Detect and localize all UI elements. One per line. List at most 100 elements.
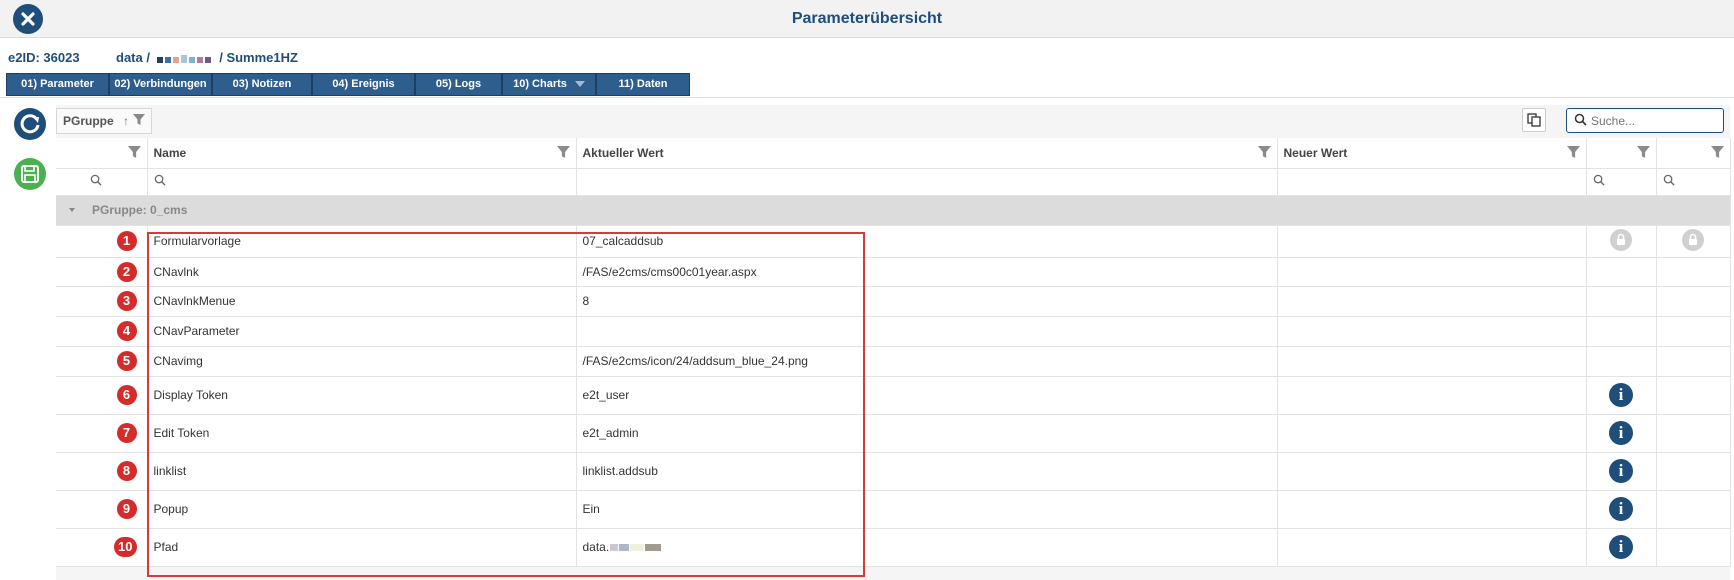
filter-icon[interactable] [133,114,146,126]
table-row[interactable]: 3 CNavlnkMenue 8 [56,286,1731,317]
tab-notizen[interactable]: 03) Notizen [212,73,312,96]
table-row[interactable]: 9 Popup Ein i [56,490,1731,529]
breadcrumb-prefix: data / [116,50,150,65]
col-header-number [56,138,148,169]
col-header-new-value[interactable]: Neuer Wert [1277,138,1587,169]
table-row[interactable]: 4 CNavParameter [56,316,1731,347]
group-row-cell[interactable]: PGruppe: 0_cms [56,195,1731,226]
tab-verbindungen[interactable]: 02) Verbindungen [109,73,212,96]
action-cell-a: i [1586,528,1657,567]
name-cell: CNavlnkMenue [147,286,577,317]
group-by-chip[interactable]: PGruppe ↑ [56,108,153,134]
tab-label: 05) Logs [435,78,482,90]
current-value-cell: data. [576,528,1278,567]
info-icon[interactable]: i [1609,497,1633,521]
row-number-cell: 7 [56,414,148,453]
row-number-cell: 5 [56,346,148,377]
current-value-cell: 07_calcaddsub [576,225,1278,258]
info-icon[interactable]: i [1609,459,1633,483]
table-row[interactable]: 8 linklist linklist.addsub i [56,452,1731,491]
table-row[interactable]: 10 Pfad data. i [56,528,1731,567]
group-row[interactable]: PGruppe: 0_cms [56,195,1731,226]
filter-cell-action-b[interactable] [1656,168,1731,196]
table-row[interactable]: 1 Formularvorlage 07_calcaddsub [56,225,1731,258]
tab-daten[interactable]: 11) Daten [596,73,690,96]
table-row[interactable]: 6 Display Token e2t_user i [56,376,1731,415]
filter-icon[interactable] [1257,146,1271,159]
row-marker: 5 [116,351,137,371]
e2id-value: 36023 [43,50,80,65]
table-row[interactable]: 5 CNavimg /FAS/e2cms/icon/24/addsum_blue… [56,346,1731,377]
filter-icon[interactable] [127,146,141,159]
action-cell-b [1656,346,1731,377]
search-box[interactable] [1566,108,1724,133]
action-cell-b [1656,286,1731,317]
filter-icon[interactable] [556,146,570,159]
name-cell: Edit Token [147,414,577,453]
table-row[interactable]: 7 Edit Token e2t_admin i [56,414,1731,453]
new-value-cell[interactable] [1277,528,1587,567]
close-icon [21,12,35,26]
tab-charts[interactable]: 10) Charts [502,73,596,96]
collapse-caret-icon[interactable] [68,206,76,214]
tab-ereignis[interactable]: 04) Ereignis [312,73,415,96]
new-value-cell[interactable] [1277,316,1587,347]
filter-icon[interactable] [1566,146,1580,159]
new-value-cell[interactable] [1277,376,1587,415]
new-value-cell[interactable] [1277,346,1587,377]
current-value-cell: /FAS/e2cms/cms00c01year.aspx [576,257,1278,287]
sort-asc-icon[interactable]: ↑ [123,114,129,128]
action-cell-b [1656,225,1731,258]
action-cell-a [1586,225,1657,258]
save-button[interactable] [14,158,46,190]
new-value-cell[interactable] [1277,452,1587,491]
filter-cell-current[interactable] [576,168,1278,196]
action-cell-b [1656,528,1731,567]
filter-cell-number[interactable] [56,168,148,196]
current-value-cell [576,316,1278,347]
save-icon [21,165,39,183]
search-icon [154,174,166,186]
chevron-down-icon[interactable] [574,81,585,88]
row-number-cell: 3 [56,286,148,317]
info-icon[interactable]: i [1609,383,1633,407]
search-icon [1574,113,1587,126]
parameter-grid: PGruppe ↑ Name Aktueller Wert Neuer Wert [56,105,1731,580]
col-header-name[interactable]: Name [147,138,577,169]
filter-icon[interactable] [1636,146,1650,159]
filter-cell-new[interactable] [1277,168,1587,196]
info-icon[interactable]: i [1609,535,1633,559]
lock-icon [1682,228,1704,251]
search-icon [1663,174,1675,186]
row-number-cell: 8 [56,452,148,491]
tab-logs[interactable]: 05) Logs [415,73,502,96]
filter-cell-name[interactable] [147,168,577,196]
name-cell: Display Token [147,376,577,415]
refresh-button[interactable] [14,108,46,140]
action-cell-a [1586,346,1657,377]
col-header-current-value[interactable]: Aktueller Wert [576,138,1278,169]
tab-parameter[interactable]: 01) Parameter [6,73,109,96]
new-value-cell[interactable] [1277,414,1587,453]
new-value-cell[interactable] [1277,490,1587,529]
row-number-cell: 1 [56,225,148,258]
copy-button[interactable] [1522,108,1546,132]
search-input[interactable] [1591,112,1719,129]
new-value-cell[interactable] [1277,286,1587,317]
new-value-cell[interactable] [1277,257,1587,287]
row-number-cell: 6 [56,376,148,415]
action-cell-a: i [1586,414,1657,453]
name-cell: CNavParameter [147,316,577,347]
redacted-value [610,540,662,554]
name-cell: CNavlnk [147,257,577,287]
close-button[interactable] [13,4,43,34]
title-bar: Parameterübersicht [0,0,1734,38]
table-row[interactable]: 2 CNavlnk /FAS/e2cms/cms00c01year.aspx [56,257,1731,287]
filter-cell-action-a[interactable] [1586,168,1657,196]
info-icon[interactable]: i [1609,421,1633,445]
filter-icon[interactable] [1710,146,1724,159]
row-marker: 7 [116,423,137,443]
group-chip-label: PGruppe [63,114,114,128]
new-value-cell[interactable] [1277,225,1587,258]
e2id-display: e2ID: 36023 [8,50,80,65]
